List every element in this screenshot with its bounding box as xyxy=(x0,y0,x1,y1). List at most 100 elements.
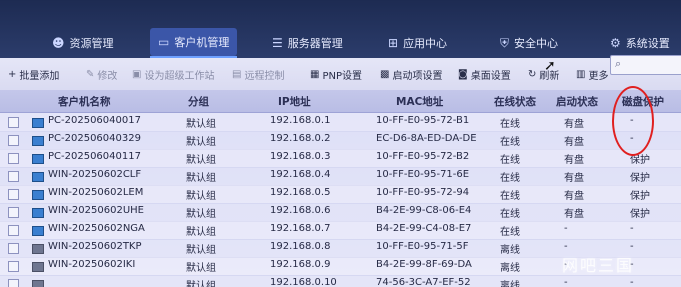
search-input[interactable]: ⌕ xyxy=(610,55,681,75)
modify-button[interactable]: ✎ 修改 xyxy=(86,67,117,82)
mouse-cursor-icon: ➚ xyxy=(544,58,556,74)
table-row[interactable]: PC-202506040017 默认组 192.168.0.1 10-FF-E0-95… xyxy=(0,113,681,132)
computer-icon xyxy=(32,280,44,287)
row-checkbox[interactable] xyxy=(8,243,19,254)
row-checkbox[interactable] xyxy=(8,171,19,182)
table-row[interactable]: WIN-20250602CLF 默认组 192.168.0.4 10-FF-E0-95… xyxy=(0,167,681,186)
cell-client-name: WIN-20250602LEM xyxy=(48,187,144,198)
row-checkbox[interactable] xyxy=(8,153,19,164)
computer-icon xyxy=(32,172,44,182)
modify-label: 修改 xyxy=(97,71,118,82)
pnp-settings-label: PNP设置 xyxy=(322,71,362,82)
cell-group: 默认组 xyxy=(186,119,216,130)
batch-add-label: 批量添加 xyxy=(19,71,60,82)
nav-security-center[interactable]: ⛨ 安全中心 xyxy=(500,30,558,56)
nav-app-center[interactable]: ⊞ 应用中心 xyxy=(388,30,447,56)
cell-boot-status: - xyxy=(564,241,568,252)
cell-mac: B4-2E-99-8F-69-DA xyxy=(376,259,472,270)
cell-boot-status: 有盘 xyxy=(564,155,584,166)
nav-label: 客户机管理 xyxy=(174,36,230,49)
cell-online-status: 离线 xyxy=(500,245,520,256)
boot-icon: ▩ xyxy=(380,69,390,80)
shield-icon: ⛨ xyxy=(500,35,510,50)
row-checkbox[interactable] xyxy=(8,135,19,146)
cell-group: 默认组 xyxy=(186,245,216,256)
set-super-workstation-button[interactable]: ▣ 设为超级工作站 xyxy=(132,67,214,82)
cell-mac: B4-2E-99-C8-06-E4 xyxy=(376,205,472,216)
batch-add-button[interactable]: + 批量添加 xyxy=(8,67,59,82)
cell-boot-status: 有盘 xyxy=(564,191,584,202)
cell-group: 默认组 xyxy=(186,137,216,148)
col-group[interactable]: 分组 xyxy=(188,94,209,109)
nav-label: 系统设置 xyxy=(625,37,670,50)
table-row[interactable]: PC-202506040117 默认组 192.168.0.3 10-FF-E0-95… xyxy=(0,149,681,168)
cell-mac: 74-56-3C-A7-EF-52 xyxy=(376,277,471,287)
nav-resource-management[interactable]: ☻ 资源管理 xyxy=(52,30,114,56)
nav-server-management[interactable]: ☰ 服务器管理 xyxy=(272,30,343,56)
cell-online-status: 在线 xyxy=(500,191,520,202)
cell-online-status: 在线 xyxy=(500,173,520,184)
table-row[interactable]: WIN-20250602NGA 默认组 192.168.0.7 B4-2E-99-C4… xyxy=(0,221,681,240)
nav-label: 安全中心 xyxy=(514,37,559,50)
col-online-status[interactable]: 在线状态 xyxy=(494,94,536,109)
nav-label: 资源管理 xyxy=(69,37,114,50)
row-checkbox[interactable] xyxy=(8,261,19,272)
cell-online-status: 在线 xyxy=(500,155,520,166)
cell-group: 默认组 xyxy=(186,209,216,220)
nav-system-settings[interactable]: ⚙ 系统设置 xyxy=(610,30,670,56)
cell-ip: 192.168.0.7 xyxy=(270,223,331,234)
red-annotation-circle xyxy=(612,86,654,156)
cell-boot-status: - xyxy=(564,277,568,287)
cell-disk-protect: 保护 xyxy=(630,191,650,202)
top-navigation-bar: ☻ 资源管理 ▭ 客户机管理 ☰ 服务器管理 ⊞ 应用中心 ⛨ 安全中心 ⚙ 系… xyxy=(0,0,681,60)
row-checkbox[interactable] xyxy=(8,189,19,200)
cell-mac: 10-FF-E0-95-72-B2 xyxy=(376,151,470,162)
row-checkbox[interactable] xyxy=(8,225,19,236)
client-management-screen: ☻ 资源管理 ▭ 客户机管理 ☰ 服务器管理 ⊞ 应用中心 ⛨ 安全中心 ⚙ 系… xyxy=(0,0,681,287)
cell-online-status: 在线 xyxy=(500,119,520,130)
more-icon: ▥ xyxy=(576,69,586,80)
cell-group: 默认组 xyxy=(186,281,216,287)
row-checkbox[interactable] xyxy=(8,117,19,128)
row-checkbox[interactable] xyxy=(8,207,19,218)
col-boot-status[interactable]: 启动状态 xyxy=(556,94,598,109)
table-row[interactable]: PC-202506040329 默认组 192.168.0.2 EC-D6-8A-ED… xyxy=(0,131,681,150)
boot-settings-label: 启动项设置 xyxy=(392,71,443,82)
row-checkbox[interactable] xyxy=(8,279,19,287)
cell-group: 默认组 xyxy=(186,173,216,184)
cell-boot-status: 有盘 xyxy=(564,173,584,184)
cell-ip: 192.168.0.8 xyxy=(270,241,331,252)
col-mac[interactable]: MAC地址 xyxy=(396,94,443,109)
boot-settings-button[interactable]: ▩ 启动项设置 xyxy=(380,67,442,82)
remote-control-button[interactable]: ▤ 远程控制 xyxy=(232,67,284,82)
cell-client-name: PC-202506040017 xyxy=(48,115,141,126)
col-client-name[interactable]: 客户机名称 xyxy=(58,94,111,109)
desktop-settings-button[interactable]: ◙ 桌面设置 xyxy=(458,67,511,82)
cell-group: 默认组 xyxy=(186,263,216,274)
col-ip[interactable]: IP地址 xyxy=(278,94,311,109)
cell-client-name: WIN-20250602IKI xyxy=(48,259,136,270)
nav-client-management[interactable]: ▭ 客户机管理 xyxy=(150,28,238,58)
computer-icon xyxy=(32,244,44,254)
gear-icon: ⚙ xyxy=(610,36,621,50)
pencil-icon: ✎ xyxy=(86,69,95,80)
cell-boot-status: 有盘 xyxy=(564,119,584,130)
cell-client-name: WIN-20250602CLF xyxy=(48,169,142,180)
computer-icon xyxy=(32,190,44,200)
table-row[interactable]: WIN-20250602LEM 默认组 192.168.0.5 10-FF-E0-95… xyxy=(0,185,681,204)
cell-group: 默认组 xyxy=(186,155,216,166)
pnp-settings-button[interactable]: ▦ PNP设置 xyxy=(310,67,362,82)
cell-ip: 192.168.0.6 xyxy=(270,205,331,216)
table-row[interactable]: WIN-20250602UHE 默认组 192.168.0.6 B4-2E-99-C8… xyxy=(0,203,681,222)
table-row[interactable]: 默认组 192.168.0.10 74-56-3C-A7-EF-52 离线 - - xyxy=(0,275,681,287)
nav-label: 服务器管理 xyxy=(287,37,343,50)
more-button[interactable]: ▥ 更多 xyxy=(576,67,608,82)
cell-ip: 192.168.0.1 xyxy=(270,115,331,126)
cell-mac: 10-FF-E0-95-72-B1 xyxy=(376,115,470,126)
cell-mac: B4-2E-99-C4-08-E7 xyxy=(376,223,472,234)
cell-ip: 192.168.0.5 xyxy=(270,187,331,198)
cell-client-name: WIN-20250602NGA xyxy=(48,223,145,234)
pnp-icon: ▦ xyxy=(310,69,320,80)
toolbar: + 批量添加 ✎ 修改 ▣ 设为超级工作站 ▤ 远程控制 ▦ PNP设置 ▩ 启… xyxy=(0,58,681,93)
cell-mac: 10-FF-E0-95-71-5F xyxy=(376,241,469,252)
